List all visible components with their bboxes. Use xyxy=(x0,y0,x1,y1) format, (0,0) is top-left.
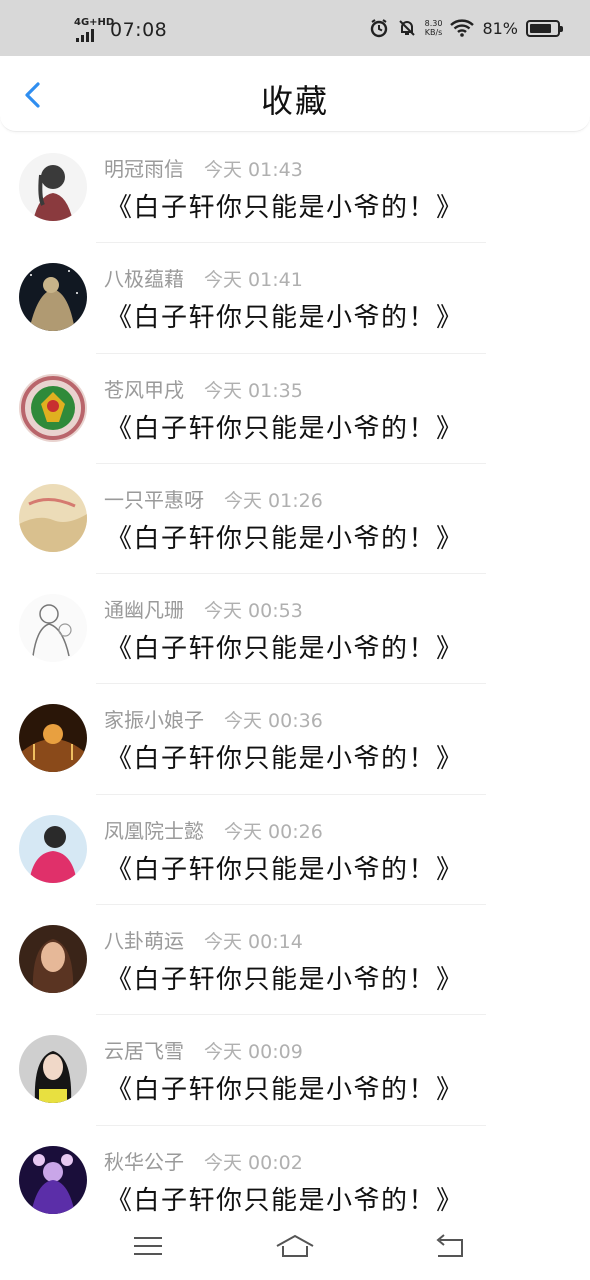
menu-icon[interactable] xyxy=(128,1230,168,1262)
timestamp: 今天 00:53 xyxy=(204,600,303,623)
user-name: 通幽凡珊 xyxy=(104,598,184,623)
favorite-title: 《白子轩你只能是小爷的！》 xyxy=(106,523,464,554)
favorite-title: 《白子轩你只能是小爷的！》 xyxy=(106,965,464,996)
item-meta: 凤凰院士懿 今天 00:26 xyxy=(104,815,323,844)
list-item[interactable]: 苍风甲戌 今天 01:35 《白子轩你只能是小爷的！》 xyxy=(0,354,590,464)
list-item[interactable]: 八卦萌运 今天 00:14 《白子轩你只能是小爷的！》 xyxy=(0,905,590,1016)
page-title: 收藏 xyxy=(260,82,329,120)
item-meta: 云居飞雪 今天 00:09 xyxy=(104,1035,303,1064)
timestamp: 今天 01:43 xyxy=(204,159,303,181)
timestamp: 今天 00:26 xyxy=(224,820,323,843)
avatar xyxy=(19,263,87,332)
battery-percent: 81% xyxy=(482,18,518,38)
favorite-title: 《白子轩你只能是小爷的！》 xyxy=(106,303,464,334)
favorite-title: 《白子轩你只能是小爷的！》 xyxy=(106,1075,464,1106)
mute-bell-icon xyxy=(398,20,415,36)
signal-icon: 4G+HD xyxy=(74,18,114,42)
user-name: 家振小娘子 xyxy=(104,708,204,733)
timestamp: 今天 00:14 xyxy=(204,931,303,954)
user-name: 苍风甲戌 xyxy=(104,377,184,402)
avatar xyxy=(19,814,87,883)
favorite-title: 《白子轩你只能是小爷的！》 xyxy=(106,193,464,223)
status-right: 8.30 KB/s 81% xyxy=(369,18,563,38)
battery-fill xyxy=(530,23,552,33)
clock: 07:08 xyxy=(110,19,168,41)
timestamp: 今天 00:02 xyxy=(204,1151,303,1174)
favorite-title: 《白子轩你只能是小爷的！》 xyxy=(106,854,464,885)
user-name: 八极蕴藉 xyxy=(104,267,184,292)
favorite-title: 《白子轩你只能是小爷的！》 xyxy=(106,744,464,775)
list-item[interactable]: 凤凰院士懿 今天 00:26 《白子轩你只能是小爷的！》 xyxy=(0,795,590,906)
avatar xyxy=(19,483,87,552)
user-name: 云居飞雪 xyxy=(104,1039,184,1064)
item-meta: 八卦萌运 今天 00:14 xyxy=(104,925,303,954)
status-bar: 4G+HD 07:08 8.30 KB/s 81% xyxy=(0,0,590,56)
back-icon[interactable] xyxy=(430,1230,470,1262)
avatar xyxy=(19,373,87,442)
list-item[interactable]: 云居飞雪 今天 00:09 《白子轩你只能是小爷的！》 xyxy=(0,1015,590,1126)
item-meta: 八极蕴藉 今天 01:41 xyxy=(104,263,303,292)
favorite-title: 《白子轩你只能是小爷的！》 xyxy=(106,634,464,665)
net-speed: 8.30 KB/s xyxy=(425,19,443,37)
favorites-list: 明冠雨信 今天 01:43 《白子轩你只能是小爷的！》 八极蕴藉 今天 01:41 … xyxy=(0,133,590,1236)
favorite-title: 《白子轩你只能是小爷的！》 xyxy=(106,413,464,444)
battery-icon xyxy=(526,19,563,37)
list-item[interactable]: 八极蕴藉 今天 01:41 《白子轩你只能是小爷的！》 xyxy=(0,243,590,354)
user-name: 明冠雨信 xyxy=(104,157,184,181)
avatar xyxy=(19,1035,87,1104)
favorite-title: 《白子轩你只能是小爷的！》 xyxy=(106,1185,464,1216)
item-meta: 明冠雨信 今天 01:43 xyxy=(104,153,303,182)
avatar xyxy=(19,925,87,994)
timestamp: 今天 01:35 xyxy=(204,379,303,402)
header: 收藏 xyxy=(0,56,590,132)
list-item[interactable]: 一只平惠呀 今天 01:26 《白子轩你只能是小爷的！》 xyxy=(0,464,590,575)
home-icon[interactable] xyxy=(275,1230,315,1262)
avatar xyxy=(19,704,87,773)
timestamp: 今天 01:26 xyxy=(224,489,323,512)
list-item[interactable]: 通幽凡珊 今天 00:53 《白子轩你只能是小爷的！》 xyxy=(0,574,590,685)
item-meta: 秋华公子 今天 00:02 xyxy=(104,1146,303,1175)
user-name: 凤凰院士懿 xyxy=(104,818,204,843)
system-nav-bar xyxy=(0,1216,590,1280)
avatar xyxy=(19,1145,87,1214)
alarm-icon xyxy=(370,19,387,38)
status-left: 4G+HD 07:08 xyxy=(74,18,167,42)
user-name: 八卦萌运 xyxy=(104,929,184,954)
timestamp: 今天 01:41 xyxy=(204,269,303,292)
timestamp: 今天 00:09 xyxy=(204,1041,303,1064)
list-item[interactable]: 家振小娘子 今天 00:36 《白子轩你只能是小爷的！》 xyxy=(0,684,590,795)
item-meta: 通幽凡珊 今天 00:53 xyxy=(104,594,303,623)
network-type: 4G+HD xyxy=(74,17,115,28)
net-speed-value: 8.30 xyxy=(424,19,443,28)
item-meta: 一只平惠呀 今天 01:26 xyxy=(104,484,323,513)
user-name: 一只平惠呀 xyxy=(104,487,204,512)
avatar xyxy=(19,153,87,221)
wifi-icon xyxy=(450,19,475,37)
net-speed-unit: KB/s xyxy=(424,28,443,37)
user-name: 秋华公子 xyxy=(104,1149,184,1174)
avatar xyxy=(19,594,87,663)
timestamp: 今天 00:36 xyxy=(224,710,323,733)
list-item[interactable]: 明冠雨信 今天 01:43 《白子轩你只能是小爷的！》 xyxy=(0,133,590,244)
item-meta: 苍风甲戌 今天 01:35 xyxy=(104,374,303,403)
item-meta: 家振小娘子 今天 00:36 xyxy=(104,704,323,733)
